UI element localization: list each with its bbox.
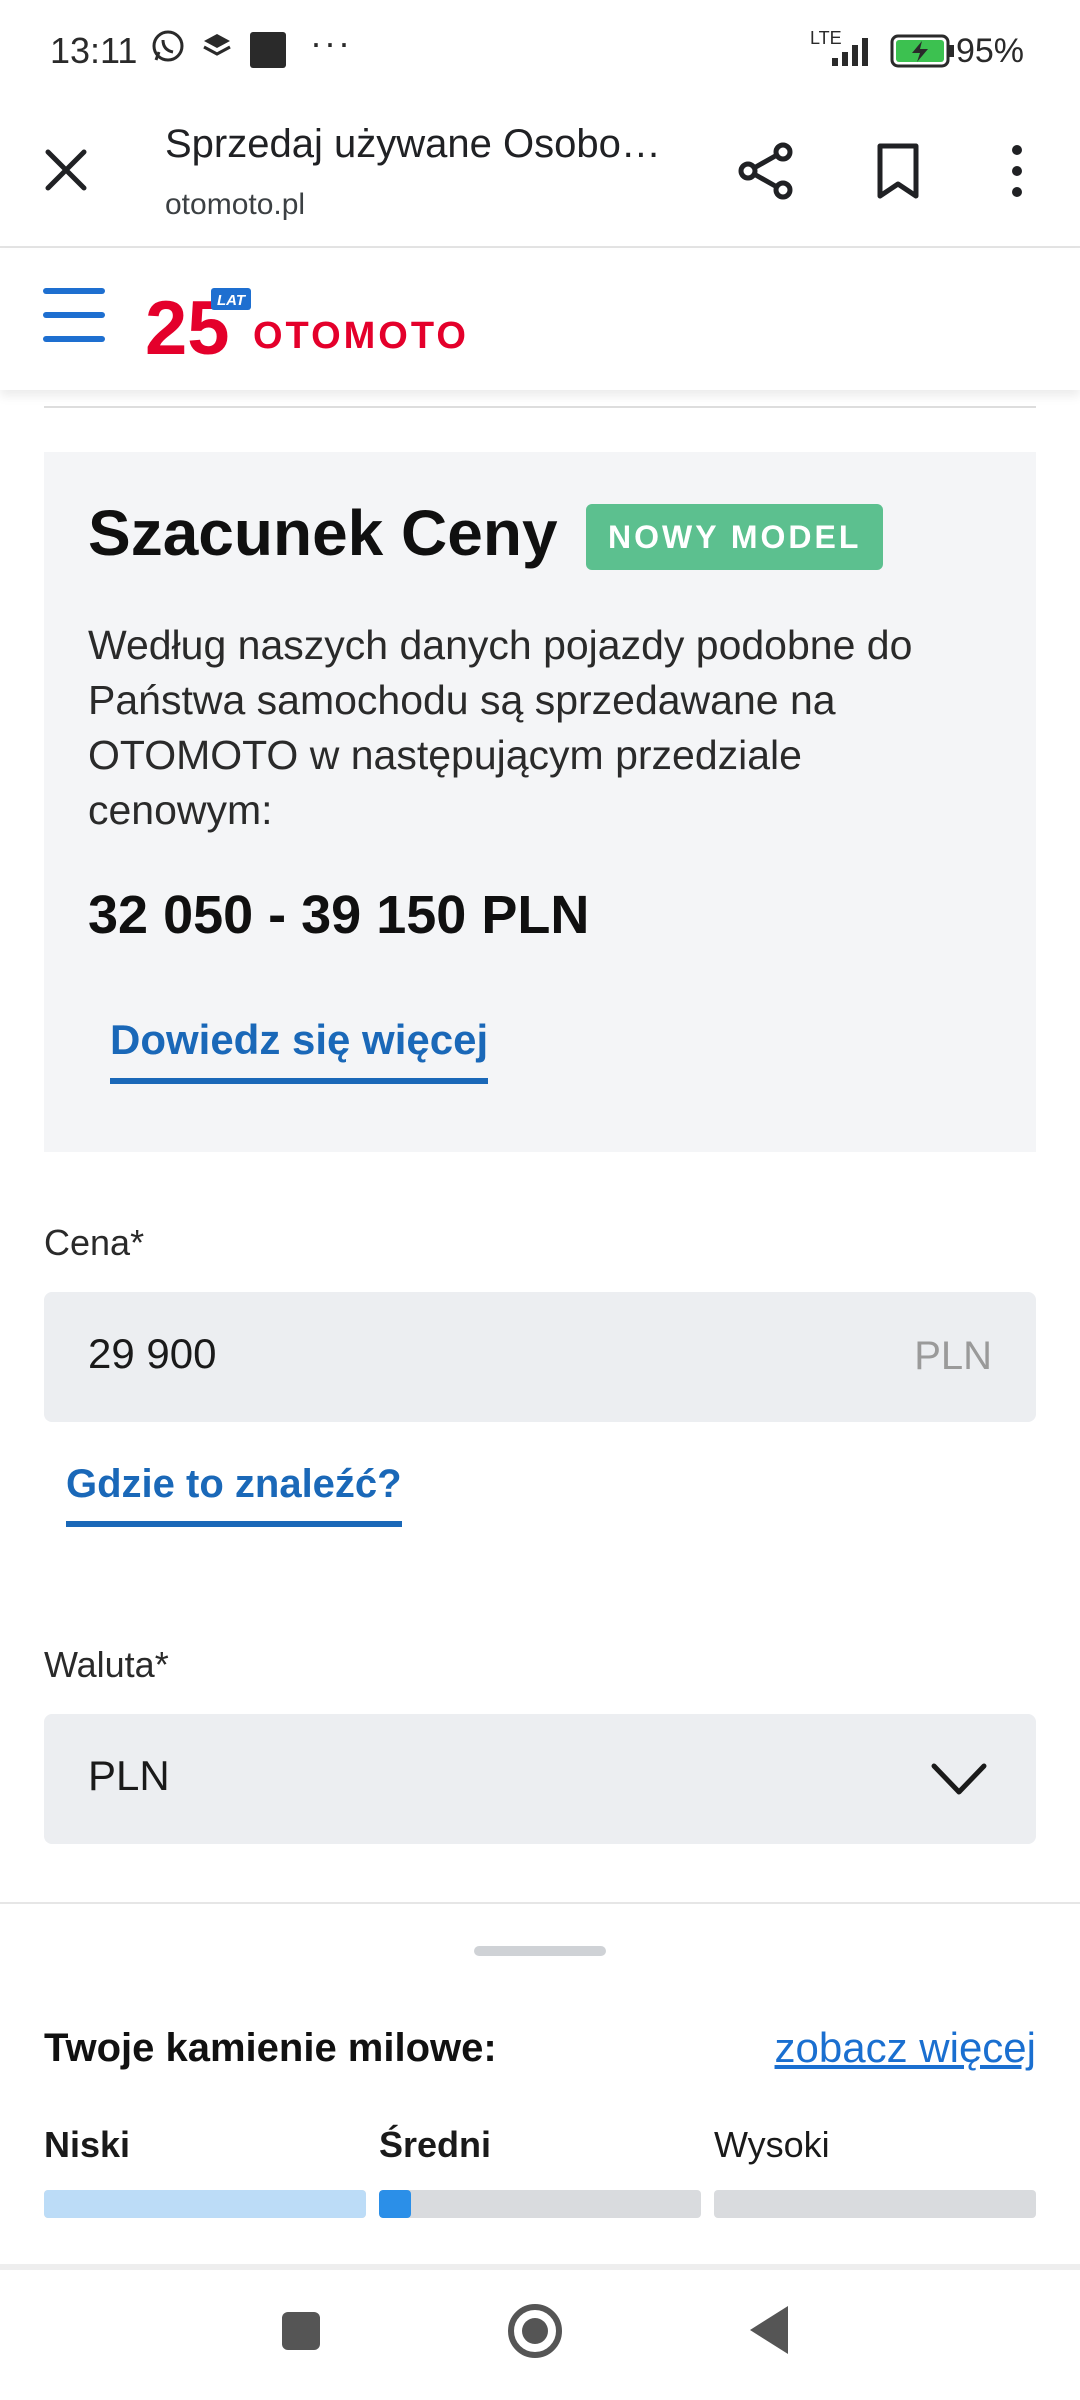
app-square-icon: [250, 32, 286, 68]
navigation-bar: [0, 2270, 1080, 2400]
close-icon[interactable]: [38, 142, 94, 198]
price-value: 29 900: [88, 1330, 217, 1377]
signal-icon: [832, 38, 868, 66]
milestones-title: Twoje kamienie milowe:: [44, 2026, 497, 2070]
chevron-down-icon: [931, 1763, 987, 1795]
divider: [44, 406, 1036, 408]
currency-select[interactable]: PLN: [44, 1714, 1036, 1844]
currency-value: PLN: [88, 1752, 170, 1799]
bookmark-icon[interactable]: [870, 140, 926, 202]
whatsapp-icon: [152, 30, 184, 62]
where-to-find-link[interactable]: Gdzie to znaleźć?: [66, 1462, 402, 1527]
share-icon[interactable]: [735, 140, 797, 202]
more-notifications-icon: ···: [310, 22, 352, 63]
milestone-high: Wysoki: [714, 2124, 1036, 2218]
back-icon[interactable]: [750, 2306, 788, 2354]
battery-icon: [890, 34, 954, 68]
see-more-link[interactable]: zobacz więcej: [775, 2024, 1036, 2072]
new-model-badge: NOWY MODEL: [586, 504, 884, 570]
drag-handle[interactable]: [474, 1946, 606, 1956]
price-estimate-card: Szacunek Ceny NOWY MODEL Według naszych …: [44, 452, 1036, 1152]
otomoto-logo[interactable]: 25 LAT OTOMOTO: [145, 276, 505, 371]
milestone-progress-bar: [44, 2190, 366, 2218]
price-currency-suffix: PLN: [914, 1334, 992, 1378]
recents-icon[interactable]: [282, 2312, 320, 2350]
milestone-label: Średni: [379, 2124, 492, 2165]
estimate-description: Według naszych danych pojazdy podobne do…: [88, 622, 913, 833]
estimate-price-range: 32 050 - 39 150 PLN: [88, 885, 590, 945]
more-vert-icon[interactable]: [1000, 140, 1034, 202]
browser-header: Sprzedaj używane Osobo… otomoto.pl: [0, 100, 1080, 248]
page-title: Sprzedaj używane Osobo…: [165, 122, 661, 166]
svg-text:OTOMOTO: OTOMOTO: [253, 315, 469, 357]
milestone-progress-bar: [714, 2190, 1036, 2218]
battery-percent: 95%: [955, 32, 1024, 70]
status-time: 13:11: [50, 30, 138, 71]
milestone-label: Wysoki: [714, 2124, 830, 2165]
status-bar: 13:11 ··· LTE 95%: [0, 0, 1080, 100]
milestone-progress-bar: [379, 2190, 701, 2218]
currency-label: Waluta*: [44, 1644, 169, 1685]
price-label: Cena*: [44, 1222, 145, 1263]
page-url: otomoto.pl: [165, 188, 306, 221]
menu-icon[interactable]: [43, 288, 105, 344]
milestone-label: Niski: [44, 2124, 131, 2165]
sheet-divider: [0, 1902, 1080, 1904]
milestone-low: Niski: [44, 2124, 366, 2218]
estimate-title: Szacunek Ceny: [88, 497, 558, 569]
site-header: 25 LAT OTOMOTO: [0, 250, 1080, 390]
price-input[interactable]: 29 900 PLN: [44, 1292, 1036, 1422]
layers-icon: [203, 34, 231, 56]
svg-text:LAT: LAT: [217, 292, 247, 309]
home-icon[interactable]: [508, 2304, 562, 2358]
milestone-medium: Średni: [379, 2124, 701, 2218]
learn-more-link[interactable]: Dowiedz się więcej: [110, 1016, 489, 1084]
